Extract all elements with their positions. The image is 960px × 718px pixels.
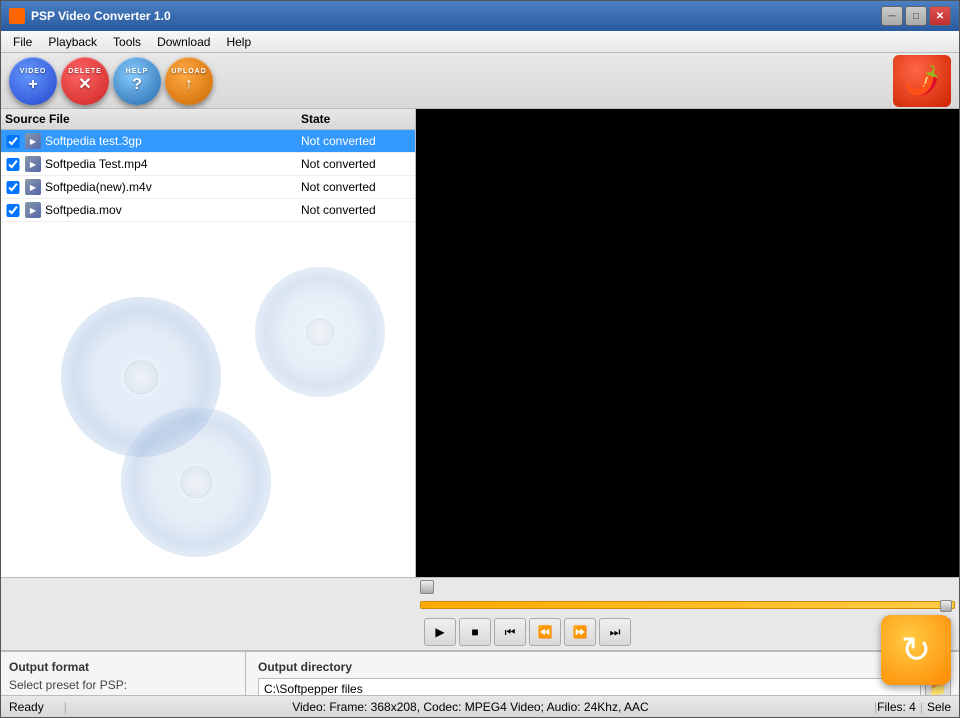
status-info: Video: Frame: 368x208, Codec: MPEG4 Vide… bbox=[67, 700, 874, 714]
file-check-3[interactable] bbox=[5, 204, 21, 217]
seek-handle[interactable] bbox=[940, 600, 952, 612]
delete-button[interactable]: DELETE ✕ bbox=[61, 57, 109, 105]
delete-btn-icon: ✕ bbox=[78, 77, 91, 93]
status-ready: Ready bbox=[9, 700, 44, 714]
video-panel bbox=[416, 109, 959, 577]
help-btn-label: HELP bbox=[126, 68, 149, 75]
seek-bar-container[interactable] bbox=[416, 596, 959, 614]
close-button[interactable]: ✕ bbox=[929, 6, 951, 26]
file-icon-0: ▶ bbox=[25, 133, 41, 149]
menu-help[interactable]: Help bbox=[218, 33, 259, 51]
app-logo: 🌶️ bbox=[893, 55, 951, 107]
title-text: PSP Video Converter 1.0 bbox=[31, 9, 171, 23]
table-row[interactable]: ▶ Softpedia(new).m4v Not converted bbox=[1, 176, 415, 199]
seek-bar[interactable] bbox=[420, 601, 955, 609]
maximize-button[interactable]: □ bbox=[905, 6, 927, 26]
help-button[interactable]: HELP ? bbox=[113, 57, 161, 105]
file-name-0: Softpedia test.3gp bbox=[45, 134, 301, 148]
file-state-0: Not converted bbox=[301, 134, 411, 148]
prev-button[interactable]: ⏮ bbox=[494, 618, 526, 646]
next-button[interactable]: ⏭ bbox=[599, 618, 631, 646]
video-btn-icon: + bbox=[28, 77, 37, 93]
main-content: Source File State ▶ Softpedia test.3gp N… bbox=[1, 109, 959, 577]
decorative-cds bbox=[1, 237, 415, 577]
file-check-0[interactable] bbox=[5, 135, 21, 148]
file-state-1: Not converted bbox=[301, 157, 411, 171]
cd-disc-2 bbox=[61, 297, 221, 457]
file-list: Source File State ▶ Softpedia test.3gp N… bbox=[1, 109, 415, 577]
stop-button[interactable]: ■ bbox=[459, 618, 491, 646]
rewind-button[interactable]: ⏪ bbox=[529, 618, 561, 646]
status-bar: Ready | Video: Frame: 368x208, Codec: MP… bbox=[1, 695, 959, 717]
fast-forward-button[interactable]: ⏩ bbox=[564, 618, 596, 646]
file-icon-2: ▶ bbox=[25, 179, 41, 195]
file-name-1: Softpedia Test.mp4 bbox=[45, 157, 301, 171]
menu-file[interactable]: File bbox=[5, 33, 40, 51]
file-icon-1: ▶ bbox=[25, 156, 41, 172]
video-preview bbox=[416, 109, 959, 577]
file-icon-3: ▶ bbox=[25, 202, 41, 218]
convert-icon: ↻ bbox=[901, 629, 931, 671]
output-format-title: Output format bbox=[9, 660, 237, 674]
file-state-3: Not converted bbox=[301, 203, 411, 217]
header-state: State bbox=[301, 112, 411, 126]
menu-tools[interactable]: Tools bbox=[105, 33, 149, 51]
table-row[interactable]: ▶ Softpedia test.3gp Not converted bbox=[1, 130, 415, 153]
menu-playback[interactable]: Playback bbox=[40, 33, 105, 51]
file-state-2: Not converted bbox=[301, 180, 411, 194]
upload-btn-icon: ↑ bbox=[185, 77, 193, 93]
window-controls: ─ □ ✕ bbox=[881, 6, 951, 26]
cd-disc-3 bbox=[121, 407, 271, 557]
convert-button[interactable]: ↻ bbox=[881, 615, 951, 685]
file-check-1[interactable] bbox=[5, 158, 21, 171]
menu-bar: File Playback Tools Download Help bbox=[1, 31, 959, 53]
upload-button[interactable]: UPLOAD ↑ bbox=[165, 57, 213, 105]
add-video-button[interactable]: VIDEO + bbox=[9, 57, 57, 105]
video-btn-label: VIDEO bbox=[20, 68, 47, 75]
title-bar: PSP Video Converter 1.0 ─ □ ✕ bbox=[1, 1, 959, 31]
file-name-3: Softpedia.mov bbox=[45, 203, 301, 217]
file-list-header: Source File State bbox=[1, 109, 415, 130]
header-source: Source File bbox=[5, 112, 301, 126]
playback-controls: ▶ ■ ⏮ ⏪ ⏩ ⏭ 📊 ▦ bbox=[416, 614, 959, 650]
status-select: Sele bbox=[927, 700, 951, 714]
table-row[interactable]: ▶ Softpedia.mov Not converted bbox=[1, 199, 415, 222]
progress-thumb bbox=[420, 580, 434, 594]
status-divider-3: | bbox=[920, 700, 923, 714]
minimize-button[interactable]: ─ bbox=[881, 6, 903, 26]
file-check-2[interactable] bbox=[5, 181, 21, 194]
progress-indicator bbox=[416, 578, 959, 596]
table-row[interactable]: ▶ Softpedia Test.mp4 Not converted bbox=[1, 153, 415, 176]
app-icon bbox=[9, 8, 25, 24]
play-button[interactable]: ▶ bbox=[424, 618, 456, 646]
file-list-panel: Source File State ▶ Softpedia test.3gp N… bbox=[1, 109, 416, 577]
upload-btn-label: UPLOAD bbox=[171, 68, 207, 75]
status-files: Files: 4 bbox=[877, 700, 916, 714]
preset-label: Select preset for PSP: bbox=[9, 678, 237, 692]
help-btn-icon: ? bbox=[132, 77, 142, 93]
output-dir-title: Output directory bbox=[258, 660, 951, 674]
logo-area: 🌶️ bbox=[893, 55, 951, 107]
menu-download[interactable]: Download bbox=[149, 33, 218, 51]
delete-btn-label: DELETE bbox=[68, 68, 102, 75]
file-name-2: Softpedia(new).m4v bbox=[45, 180, 301, 194]
toolbar: VIDEO + DELETE ✕ HELP ? UPLOAD ↑ 🌶️ bbox=[1, 53, 959, 109]
cd-disc-1 bbox=[255, 267, 385, 397]
